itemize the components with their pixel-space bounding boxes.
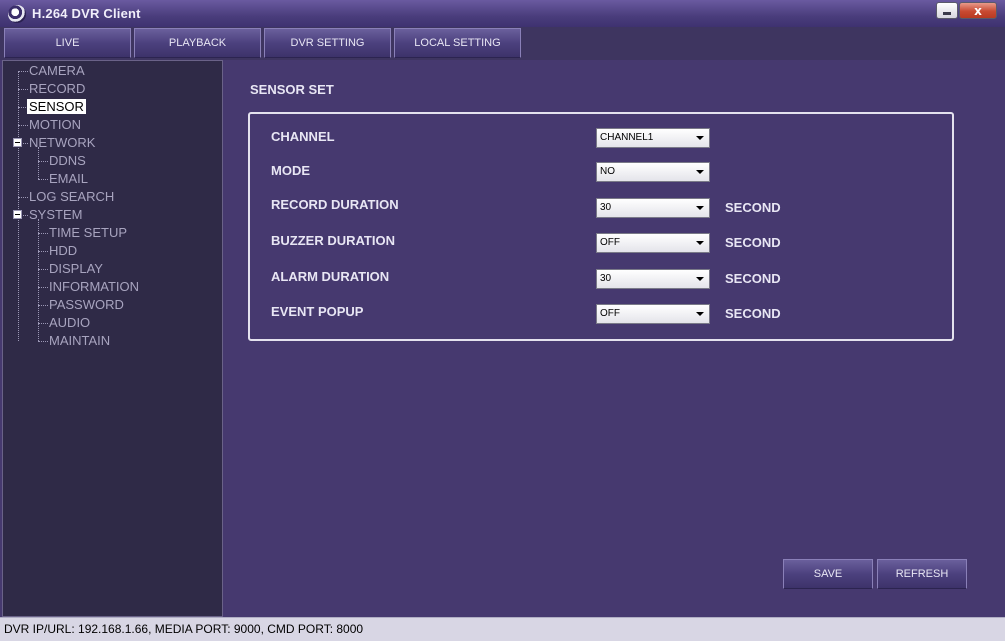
tree-item-label: PASSWORD	[49, 297, 124, 312]
close-icon: x	[974, 3, 982, 18]
app-logo-icon	[8, 5, 26, 23]
top-nav: LIVE PLAYBACK DVR SETTING LOCAL SETTING	[0, 27, 1005, 60]
page-title: SENSOR SET	[250, 82, 334, 97]
alarm-duration-select[interactable]: 30	[596, 269, 710, 289]
tree-item-network[interactable]: NETWORK	[29, 134, 95, 152]
select-value: CHANNEL1	[600, 132, 654, 143]
tree-connector	[38, 341, 48, 342]
tree-connector	[18, 71, 19, 341]
tree-item-audio[interactable]: AUDIO	[49, 314, 90, 332]
chevron-down-icon	[696, 136, 704, 140]
collapse-system-icon[interactable]	[13, 210, 22, 219]
tree-item-maintain[interactable]: MAINTAIN	[49, 332, 110, 350]
tab-dvr-setting[interactable]: DVR SETTING	[264, 28, 391, 58]
tree-item-time-setup[interactable]: TIME SETUP	[49, 224, 127, 242]
tree-item-label: SENSOR	[27, 99, 86, 114]
select-value: 30	[600, 202, 612, 213]
tree-item-password[interactable]: PASSWORD	[49, 296, 124, 314]
tree-item-label: TIME SETUP	[49, 225, 128, 240]
select-value: OFF	[600, 308, 620, 319]
tree-connector	[38, 287, 48, 288]
tab-local-setting[interactable]: LOCAL SETTING	[394, 28, 521, 58]
tree-item-label: INFORMATION	[49, 279, 140, 294]
tree-item-label: HDD	[49, 243, 78, 258]
tree-item-label: SYSTEM	[29, 207, 83, 222]
alarm-duration-unit: SECOND	[725, 271, 781, 286]
tree-connector	[18, 89, 28, 90]
minimize-icon	[943, 12, 951, 15]
chevron-down-icon	[696, 277, 704, 281]
select-value: 30	[600, 273, 612, 284]
chevron-down-icon	[696, 312, 704, 316]
event-popup-unit: SECOND	[725, 306, 781, 321]
tree-connector	[38, 233, 48, 234]
record-duration-label: RECORD DURATION	[271, 197, 399, 212]
tree-connector	[38, 179, 48, 180]
tree-connector	[38, 269, 48, 270]
tree-item-sensor[interactable]: SENSOR	[27, 98, 86, 116]
tree-connector	[18, 71, 28, 72]
select-value: OFF	[600, 237, 620, 248]
window-title: H.264 DVR Client	[32, 6, 141, 21]
tree-item-display[interactable]: DISPLAY	[49, 260, 103, 278]
refresh-button[interactable]: REFRESH	[877, 559, 967, 589]
tree-item-hdd[interactable]: HDD	[49, 242, 77, 260]
tree-item-label: EMAIL	[49, 171, 89, 186]
chevron-down-icon	[696, 206, 704, 210]
title-bar: H.264 DVR Client x	[0, 0, 1005, 27]
channel-label: CHANNEL	[271, 129, 335, 144]
tree-item-email[interactable]: EMAIL	[49, 170, 88, 188]
chevron-down-icon	[696, 241, 704, 245]
tab-live[interactable]: LIVE	[4, 28, 131, 58]
collapse-network-icon[interactable]	[13, 138, 22, 147]
tree-item-label: MAINTAIN	[49, 333, 111, 348]
tree-item-ddns[interactable]: DDNS	[49, 152, 86, 170]
close-button[interactable]: x	[959, 2, 997, 19]
channel-select[interactable]: CHANNEL1	[596, 128, 710, 148]
tree-connector	[38, 161, 48, 162]
record-duration-unit: SECOND	[725, 200, 781, 215]
tree-item-label: DISPLAY	[49, 261, 103, 276]
mode-select[interactable]: NO	[596, 162, 710, 182]
tree-item-label: RECORD	[29, 81, 86, 96]
minimize-button[interactable]	[936, 2, 958, 19]
chevron-down-icon	[696, 170, 704, 174]
tree-connector	[18, 125, 28, 126]
tree-connector	[38, 251, 48, 252]
tree-item-label: AUDIO	[49, 315, 91, 330]
tree-item-label: LOG SEARCH	[29, 189, 115, 204]
tree-connector	[18, 197, 28, 198]
status-bar: DVR IP/URL: 192.168.1.66, MEDIA PORT: 90…	[0, 617, 1005, 641]
event-popup-label: EVENT POPUP	[271, 304, 364, 319]
tab-playback[interactable]: PLAYBACK	[134, 28, 261, 58]
tree-connector	[38, 305, 48, 306]
tree-item-label: CAMERA	[29, 63, 85, 78]
tree-item-log-search[interactable]: LOG SEARCH	[29, 188, 114, 206]
tree-item-information[interactable]: INFORMATION	[49, 278, 139, 296]
tree-item-motion[interactable]: MOTION	[29, 116, 81, 134]
tree-item-label: DDNS	[49, 153, 86, 168]
mode-label: MODE	[271, 163, 310, 178]
alarm-duration-label: ALARM DURATION	[271, 269, 390, 284]
tree-item-label: NETWORK	[29, 135, 96, 150]
event-popup-select[interactable]: OFF	[596, 304, 710, 324]
tree-item-label: MOTION	[29, 117, 81, 132]
tree-item-system[interactable]: SYSTEM	[29, 206, 82, 224]
settings-tree: CAMERA RECORD SENSOR MOTION NETWORK DDNS…	[2, 60, 223, 617]
select-value: NO	[600, 166, 615, 177]
tree-item-camera[interactable]: CAMERA	[29, 62, 85, 80]
save-button[interactable]: SAVE	[783, 559, 873, 589]
buzzer-duration-label: BUZZER DURATION	[271, 233, 395, 248]
tree-item-record[interactable]: RECORD	[29, 80, 85, 98]
buzzer-duration-select[interactable]: OFF	[596, 233, 710, 253]
record-duration-select[interactable]: 30	[596, 198, 710, 218]
tree-connector	[38, 323, 48, 324]
buzzer-duration-unit: SECOND	[725, 235, 781, 250]
